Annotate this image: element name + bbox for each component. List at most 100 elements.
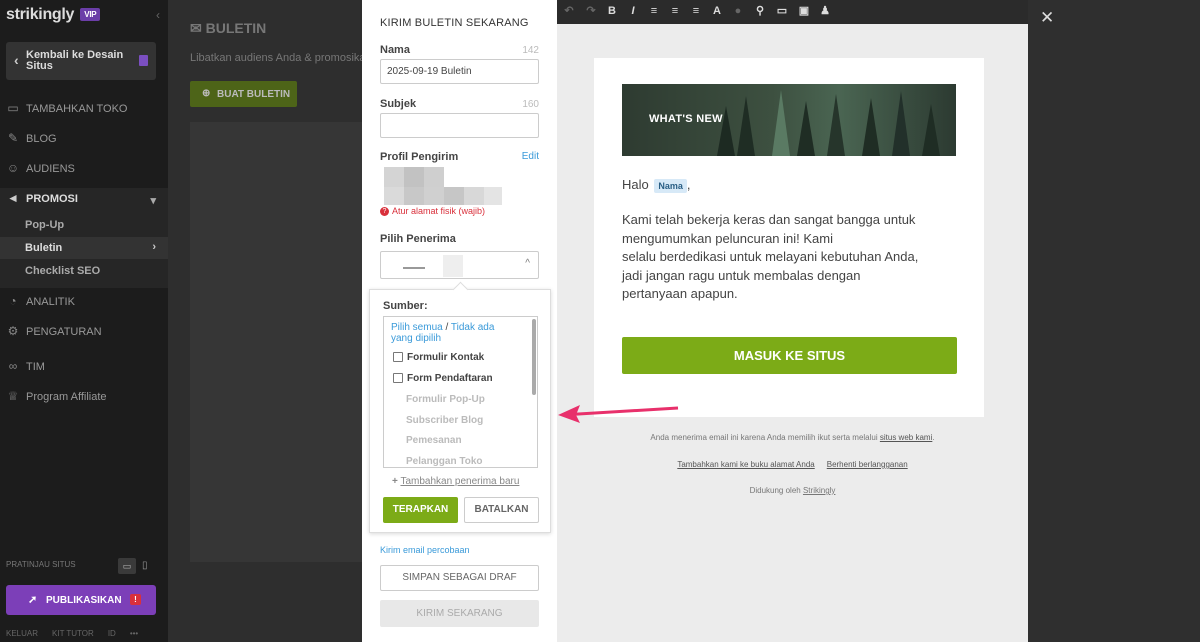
checkbox[interactable] bbox=[393, 373, 403, 384]
more-menu-icon[interactable]: ••• bbox=[130, 629, 138, 638]
email-card: WHAT'S NEW Halo Nama, Kami telah bekerja… bbox=[594, 58, 984, 417]
source-option-popup-form: Formulir Pop-Up bbox=[406, 394, 485, 405]
sidebar-item-team[interactable]: ∞ TIM bbox=[0, 356, 168, 378]
question-icon: ? bbox=[380, 207, 389, 217]
email-body[interactable]: Kami telah bekerja keras dan sangat bang… bbox=[622, 211, 952, 304]
create-newsletter-button[interactable]: ⊕ BUAT BULETIN bbox=[190, 81, 297, 107]
name-label: Nama bbox=[380, 44, 410, 56]
person-icon[interactable]: ♟ bbox=[818, 4, 832, 19]
italic-icon[interactable]: I bbox=[626, 4, 640, 19]
save-draft-button[interactable]: SIMPAN SEBAGAI DRAF bbox=[380, 565, 539, 591]
source-option-blog-subscribers: Subscriber Blog bbox=[406, 415, 484, 426]
link-separator: / bbox=[445, 322, 449, 333]
address-book-link[interactable]: Tambahkan kami ke buku alamat Anda bbox=[677, 460, 814, 469]
our-website-link[interactable]: situs web kami bbox=[880, 433, 932, 442]
brand-logo[interactable]: strikingly VIP bbox=[6, 6, 101, 24]
collapse-sidebar-icon[interactable]: ‹ bbox=[156, 8, 160, 22]
edit-sender-link[interactable]: Edit bbox=[522, 151, 539, 162]
sidebar-item-blog[interactable]: ✎ BLOG bbox=[0, 128, 168, 150]
sidebar-item-store[interactable]: ▭ TAMBAHKAN TOKO bbox=[0, 98, 168, 120]
unsubscribe-link[interactable]: Berhenti berlangganan bbox=[827, 460, 908, 469]
greeting-comma: , bbox=[686, 177, 691, 192]
sidebar-footer: KELUAR KIT TUTOR ID ••• bbox=[6, 629, 152, 638]
mail-icon: ✉ bbox=[190, 20, 202, 36]
plus-circle-icon: ⊕ bbox=[202, 88, 211, 99]
color-icon[interactable]: ● bbox=[731, 4, 745, 19]
subject-input[interactable] bbox=[380, 113, 539, 138]
name-merge-tag[interactable]: Nama bbox=[654, 178, 687, 193]
redo-icon[interactable]: ↷ bbox=[584, 4, 598, 19]
greeting-text: Halo bbox=[622, 177, 649, 192]
cancel-button[interactable]: BATALKAN bbox=[464, 497, 539, 523]
visit-site-button[interactable]: MASUK KE SITUS bbox=[622, 337, 957, 374]
body-line: mengumumkan peluncuran ini! Kami bbox=[622, 230, 833, 246]
back-to-design-button[interactable]: ‹ Kembali ke Desain Situs bbox=[6, 42, 156, 80]
sidebar-item-affiliate[interactable]: ♕ Program Affiliate bbox=[0, 386, 168, 408]
page-title: ✉ BULETIN bbox=[190, 20, 266, 37]
logout-link[interactable]: KELUAR bbox=[6, 629, 38, 638]
publish-button[interactable]: ➚ PUBLIKASIKAN ! bbox=[6, 585, 156, 615]
powered-by: Didukung oleh Strikingly bbox=[557, 486, 1028, 495]
sender-profile-label: Profil Pengirim bbox=[380, 151, 459, 163]
logo-text: strikingly bbox=[6, 6, 75, 23]
select-links: Pilih semua / Tidak ada yang dipilih bbox=[391, 322, 511, 344]
align-right-icon[interactable]: ≡ bbox=[689, 4, 703, 19]
name-char-count: 142 bbox=[522, 45, 539, 56]
sidebar-subitem-popup[interactable]: Pop-Up bbox=[0, 214, 168, 236]
link-icon[interactable]: ⚲ bbox=[753, 4, 767, 19]
sidebar-item-audience[interactable]: ☺ AUDIENS bbox=[0, 158, 168, 180]
sidebar-subitem-seo-checklist[interactable]: Checklist SEO bbox=[0, 260, 168, 282]
selected-recipients-placeholder bbox=[403, 255, 463, 277]
sidebar-item-settings[interactable]: ⚙ PENGATURAN bbox=[0, 321, 168, 343]
mobile-preview-icon[interactable]: ▯ bbox=[142, 560, 148, 571]
recipients-label: Pilih Penerima bbox=[380, 233, 456, 245]
image-icon[interactable]: ▣ bbox=[797, 4, 811, 19]
subitem-label: Checklist SEO bbox=[25, 265, 101, 277]
send-now-button[interactable]: KIRIM SEKARANG bbox=[380, 600, 539, 627]
list-scrollbar[interactable] bbox=[532, 319, 536, 395]
language-link[interactable]: ID bbox=[108, 629, 116, 638]
undo-icon[interactable]: ↶ bbox=[562, 4, 576, 19]
page-title-text: BULETIN bbox=[205, 20, 267, 36]
apply-button[interactable]: TERAPKAN bbox=[383, 497, 458, 523]
megaphone-icon: ◄ bbox=[7, 191, 19, 205]
chevron-up-icon: ^ bbox=[525, 258, 530, 269]
subject-char-count: 160 bbox=[522, 99, 539, 110]
sidebar-item-analytics[interactable]: ◔ ANALITIK bbox=[0, 291, 168, 313]
tutorial-link[interactable]: KIT TUTOR bbox=[52, 629, 94, 638]
send-test-email-link[interactable]: Kirim email percobaan bbox=[380, 545, 470, 555]
bold-icon[interactable]: B bbox=[605, 4, 619, 19]
gear-icon: ⚙ bbox=[7, 324, 19, 338]
source-option-store-customers: Pelanggan Toko bbox=[406, 456, 483, 467]
publish-label: PUBLIKASIKAN bbox=[46, 595, 122, 606]
source-option-orders: Pemesanan bbox=[406, 435, 462, 446]
align-left-icon[interactable]: ≡ bbox=[647, 4, 661, 19]
source-option-contact-form[interactable]: Formulir Kontak bbox=[393, 352, 484, 363]
source-option-signup-form[interactable]: Form Pendaftaran bbox=[393, 373, 493, 384]
desktop-preview-icon[interactable]: ▭ bbox=[118, 558, 136, 574]
sidebar-item-label: Program Affiliate bbox=[26, 391, 107, 403]
chart-icon: ◔ bbox=[9, 294, 17, 308]
align-center-icon[interactable]: ≡ bbox=[668, 4, 682, 19]
select-all-link[interactable]: Pilih semua bbox=[391, 322, 443, 333]
brand-link[interactable]: Strikingly bbox=[803, 486, 835, 495]
pink-arrow-annotation bbox=[558, 405, 679, 423]
sidebar-subitem-newsletter[interactable]: Buletin › bbox=[0, 237, 168, 259]
sidebar-item-promotion[interactable]: ◄ PROMOSI ▾ bbox=[0, 188, 168, 210]
button-icon[interactable]: ▭ bbox=[775, 4, 789, 19]
subitem-label: Buletin bbox=[25, 242, 63, 254]
body-line: Kami telah bekerja keras dan sangat bang… bbox=[622, 212, 916, 227]
checkbox[interactable] bbox=[393, 352, 403, 363]
font-size-icon[interactable]: A bbox=[710, 4, 724, 19]
subject-label: Subjek bbox=[380, 98, 417, 110]
plus-icon: + bbox=[392, 476, 398, 487]
sidebar-item-label: TAMBAHKAN TOKO bbox=[26, 103, 128, 115]
sender-avatar bbox=[384, 167, 502, 205]
add-recipient-link[interactable]: + Tambahkan penerima baru bbox=[392, 476, 519, 487]
name-input[interactable]: 2025-09-19 Buletin bbox=[380, 59, 539, 84]
recipients-select[interactable]: ^ bbox=[380, 251, 539, 279]
email-preview: ↶ ↷ B I ≡ ≡ ≡ A ● ⚲ ▭ ▣ ♟ WHAT'S NEW Hal… bbox=[557, 0, 1028, 642]
close-icon[interactable]: ✕ bbox=[1040, 8, 1054, 28]
users-icon: ☺ bbox=[6, 161, 20, 175]
team-icon: ∞ bbox=[8, 359, 18, 373]
